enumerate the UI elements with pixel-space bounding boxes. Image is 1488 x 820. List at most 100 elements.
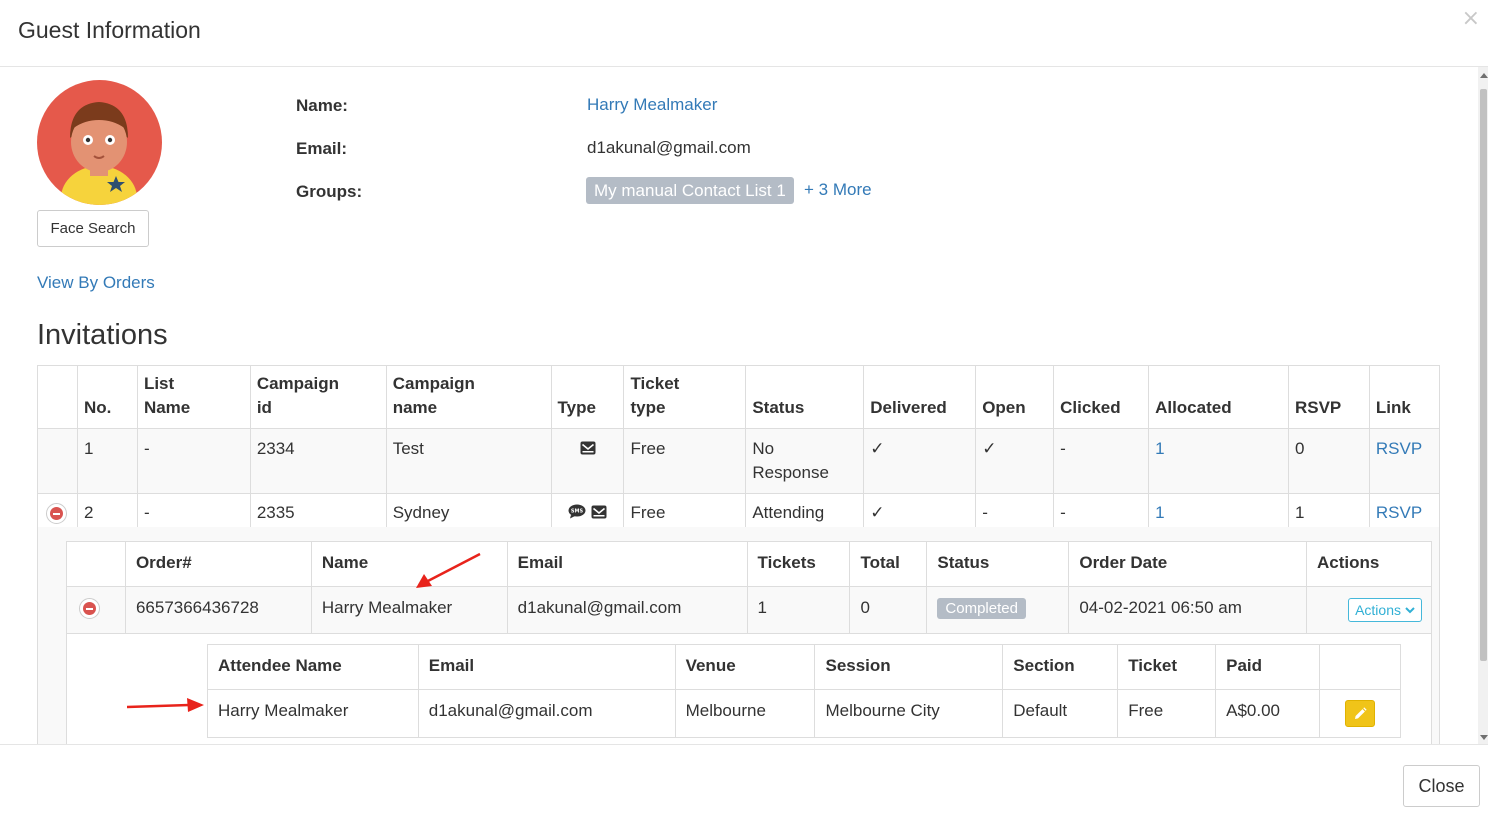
invitations-header-row: No. List Name Campaign id Campaign name Typ…	[37, 365, 1441, 429]
header-link: Link	[1368, 365, 1441, 429]
cell-campaign-name: Test	[385, 428, 552, 494]
close-button[interactable]: Close	[1403, 765, 1480, 807]
cell-status-line2: Response	[752, 463, 829, 482]
header-email: Email	[506, 541, 748, 587]
table-row: 1 - 2334 Test Free No Response ✓ ✓ - 1 0 …	[37, 428, 1441, 494]
cell-type	[550, 428, 625, 494]
invitations-table: No. List Name Campaign id Campaign name Typ…	[37, 365, 1441, 533]
header-list-name-line1: List	[143, 374, 175, 393]
scroll-up-icon[interactable]	[1480, 73, 1488, 78]
cell-name: Harry Mealmaker	[310, 586, 508, 634]
header-order-no: Order#	[124, 541, 312, 587]
annotation-arrow	[416, 552, 481, 588]
header-campaign-name: Campaign name	[385, 365, 552, 429]
header-paid: Paid	[1215, 644, 1321, 690]
header-edit	[1319, 644, 1401, 690]
group-badge: My manual Contact List 1	[586, 177, 794, 204]
header-total: Total	[849, 541, 928, 587]
edit-attendee-button[interactable]	[1345, 700, 1376, 727]
attendees-header-row: Attendee Name Email Venue Session Sectio…	[207, 644, 1401, 690]
cell-edit	[1319, 689, 1401, 738]
scrollbar[interactable]	[1478, 67, 1488, 744]
cell-ticket: Free	[1117, 689, 1217, 738]
header-list-name: List Name	[136, 365, 251, 429]
cell-no: 1	[76, 428, 138, 494]
cell-clicked: -	[1053, 428, 1150, 494]
close-icon[interactable]: ×	[1462, 8, 1480, 30]
email-label: Email:	[296, 139, 348, 158]
actions-dropdown-button[interactable]: Actions	[1348, 598, 1422, 622]
header-email: Email	[417, 644, 676, 690]
face-search-button[interactable]: Face Search	[37, 210, 149, 247]
header-campaign-name-line1: Campaign	[392, 374, 475, 393]
header-open: Open	[975, 365, 1055, 429]
modal-footer: Close	[0, 744, 1488, 820]
header-clicked: Clicked	[1053, 365, 1150, 429]
orders-table: Order# Name Email Tickets Total Status O…	[66, 541, 1433, 634]
invitations-heading: Invitations	[37, 319, 168, 351]
guest-email-value: d1akunal@gmail.com	[587, 138, 751, 157]
guest-name-link[interactable]: Harry Mealmaker	[587, 95, 717, 115]
annotation-arrow	[127, 698, 204, 712]
header-ticket-type-line1: Ticket	[630, 374, 680, 393]
collapse-icon[interactable]	[46, 503, 67, 525]
orders-header-row: Order# Name Email Tickets Total Status O…	[66, 541, 1433, 587]
chevron-down-icon	[1405, 607, 1415, 614]
cell-status: Completed	[926, 586, 1070, 634]
header-actions: Actions	[1305, 541, 1433, 587]
header-ticket-type-line2: type	[630, 398, 666, 417]
header-delivered: Delivered	[863, 365, 977, 429]
cell-list-name: -	[136, 428, 251, 494]
cell-ticket-type: Free	[623, 428, 747, 494]
cell-venue: Melbourne	[674, 689, 816, 738]
header-status: Status	[926, 541, 1070, 587]
sms-icon: SMS	[568, 504, 586, 519]
collapse-icon[interactable]	[79, 598, 100, 620]
cell-campaign-id: 2334	[249, 428, 387, 494]
header-order-date: Order Date	[1068, 541, 1307, 587]
cell-status-line1: No	[752, 439, 775, 458]
view-by-orders-link[interactable]: View By Orders	[37, 273, 155, 293]
cell-email: d1akunal@gmail.com	[506, 586, 748, 634]
header-venue: Venue	[674, 644, 816, 690]
header-ticket: Ticket	[1117, 644, 1217, 690]
cell-status: No Response	[745, 428, 865, 494]
envelope-icon	[580, 441, 596, 455]
header-rsvp: RSVP	[1287, 365, 1370, 429]
cell-email: d1akunal@gmail.com	[417, 689, 676, 738]
cell-tickets: 1	[746, 586, 851, 634]
modal-body: Face Search Name: Harry Mealmaker Email:…	[0, 67, 1488, 744]
cell-order-no: 6657366436728	[124, 586, 312, 634]
cell-order-date: 04-02-2021 06:50 am	[1068, 586, 1307, 634]
cell-paid: A$0.00	[1215, 689, 1321, 738]
modal-title: Guest Information	[18, 17, 201, 43]
header-allocated: Allocated	[1148, 365, 1289, 429]
scrollbar-thumb[interactable]	[1480, 89, 1487, 661]
header-campaign-id-line1: Campaign	[256, 374, 339, 393]
header-tickets: Tickets	[746, 541, 851, 587]
cell-section: Default	[1002, 689, 1119, 738]
groups-label: Groups:	[296, 182, 363, 201]
header-type: Type	[550, 365, 625, 429]
avatar-icon	[37, 80, 162, 205]
name-label: Name:	[296, 96, 348, 115]
header-campaign-id: Campaign id	[249, 365, 387, 429]
header-campaign-id-line2: id	[256, 398, 272, 417]
header-list-name-line2: Name	[143, 398, 191, 417]
rsvp-link[interactable]: RSVP	[1368, 428, 1441, 494]
expand-cell	[37, 428, 78, 494]
cell-open: ✓	[975, 428, 1055, 494]
header-campaign-name-line2: name	[392, 398, 438, 417]
attendees-table: Attendee Name Email Venue Session Sectio…	[207, 644, 1401, 738]
modal-header: Guest Information ×	[0, 0, 1488, 67]
header-section: Section	[1002, 644, 1119, 690]
scroll-down-icon[interactable]	[1480, 735, 1488, 740]
cell-rsvp: 0	[1287, 428, 1370, 494]
status-badge: Completed	[937, 598, 1026, 619]
cell-allocated[interactable]: 1	[1148, 428, 1289, 494]
table-row: Harry Mealmaker d1akunal@gmail.com Melbo…	[207, 689, 1401, 738]
cell-attendee-name: Harry Mealmaker	[207, 689, 419, 738]
more-groups-link[interactable]: + 3 More	[804, 180, 872, 200]
actions-label: Actions	[1355, 602, 1401, 618]
cell-actions: Actions	[1305, 586, 1433, 634]
